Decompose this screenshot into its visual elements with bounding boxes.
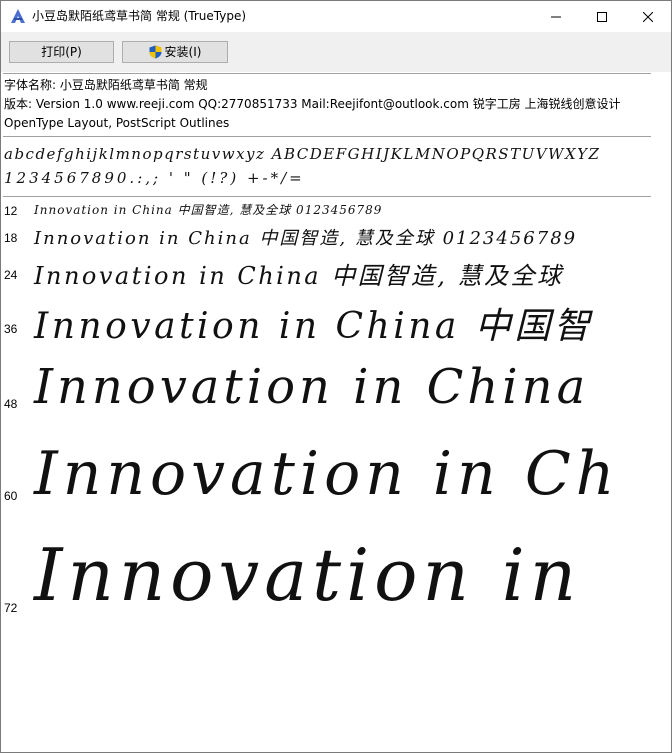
maximize-icon	[597, 11, 607, 22]
vertical-scrollbar[interactable]	[651, 73, 671, 752]
close-button[interactable]	[625, 1, 671, 32]
sample-row: 36 Innovation in China 中国智	[1, 291, 651, 351]
separator	[3, 136, 651, 137]
font-info: 字体名称: 小豆岛默陌纸鸢草书简 常规 版本: Version 1.0 www.…	[4, 76, 621, 133]
font-viewer-window: 小豆岛默陌纸鸢草书简 常规 (TrueType) 打印(P) 安装(I) 字体名…	[0, 0, 672, 753]
title-bar[interactable]: 小豆岛默陌纸鸢草书简 常规 (TrueType)	[1, 1, 671, 32]
sample-row: 72 Innovation in	[1, 525, 651, 635]
sample-text: Innovation in China	[34, 359, 590, 415]
window-title: 小豆岛默陌纸鸢草书简 常规 (TrueType)	[32, 9, 247, 23]
sample-row: 48 Innovation in China	[1, 355, 651, 427]
close-icon	[643, 11, 653, 22]
sample-size-label: 18	[4, 231, 18, 245]
sample-text: Innovation in Ch	[34, 439, 620, 509]
sample-text: Innovation in	[34, 533, 582, 617]
charset-letters: abcdefghijklmnopqrstuvwxyz ABCDEFGHIJKLM…	[4, 145, 601, 163]
sample-size-label: 24	[4, 268, 18, 282]
sample-size-label: 72	[4, 601, 18, 615]
sample-text: Innovation in China 中国智造, 慧及全球	[34, 262, 564, 288]
sample-text: Innovation in China 中国智造, 慧及全球 012345678…	[34, 203, 383, 217]
sample-size-label: 48	[4, 397, 18, 411]
font-features-line: OpenType Layout, PostScript Outlines	[4, 116, 230, 130]
minimize-icon	[551, 16, 561, 17]
sample-text: Innovation in China 中国智造, 慧及全球 012345678…	[34, 228, 578, 249]
sample-row: 12 Innovation in China 中国智造, 慧及全球 012345…	[1, 200, 651, 220]
font-version-line: 版本: Version 1.0 www.reeji.com QQ:2770851…	[4, 97, 621, 111]
charset-symbols: 1234567890.:,; ' " (!?) +-*/=	[4, 169, 305, 187]
print-button[interactable]: 打印(P)	[9, 41, 114, 63]
minimize-button[interactable]	[533, 1, 579, 32]
sample-size-label: 36	[4, 322, 18, 336]
font-name-line: 字体名称: 小豆岛默陌纸鸢草书简 常规	[4, 78, 208, 92]
print-button-label: 打印(P)	[41, 45, 82, 59]
font-viewer-icon	[10, 8, 26, 24]
install-button[interactable]: 安装(I)	[122, 41, 228, 63]
install-button-label: 安装(I)	[164, 45, 202, 59]
sample-row: 18 Innovation in China 中国智造, 慧及全球 012345…	[1, 222, 651, 252]
sample-size-label: 12	[4, 204, 18, 218]
separator	[3, 196, 651, 197]
sample-text: Innovation in China 中国智	[34, 306, 594, 347]
uac-shield-icon	[149, 45, 162, 59]
sample-row: 24 Innovation in China 中国智造, 慧及全球	[1, 254, 651, 288]
toolbar: 打印(P) 安装(I)	[1, 32, 671, 72]
separator	[3, 73, 651, 74]
maximize-button[interactable]	[579, 1, 625, 32]
sample-row: 60 Innovation in Ch	[1, 431, 651, 521]
sample-size-label: 60	[4, 489, 18, 503]
